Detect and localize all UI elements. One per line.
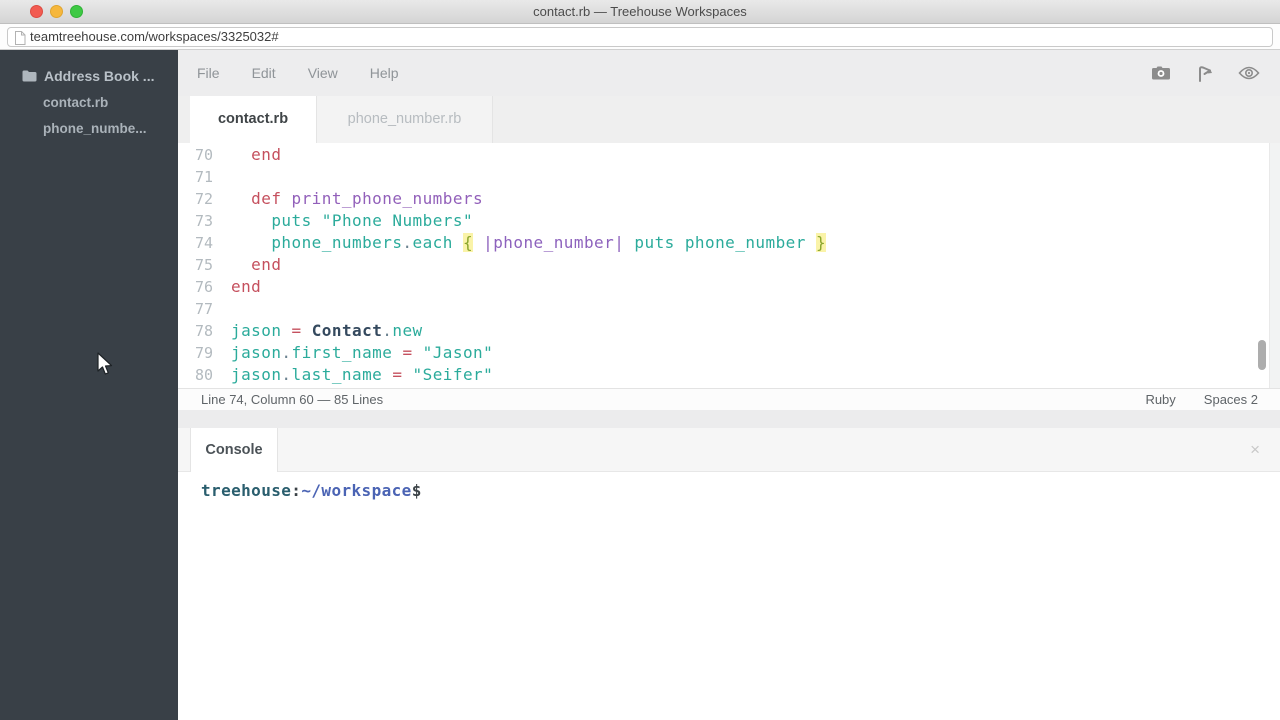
prompt-user: treehouse <box>201 481 291 500</box>
page-icon <box>14 31 26 50</box>
folder-icon <box>22 70 37 82</box>
address-bar[interactable]: teamtreehouse.com/workspaces/3325032# <box>7 27 1273 47</box>
line-number: 80 <box>178 364 213 386</box>
close-icon[interactable]: × <box>1250 428 1260 472</box>
prompt-path: ~/workspace <box>301 481 411 500</box>
line-number: 77 <box>178 298 213 320</box>
line-number: 79 <box>178 342 213 364</box>
indentation-button[interactable]: Spaces 2 <box>1204 389 1258 410</box>
line-number: 78 <box>178 320 213 342</box>
code-line-80: 80jason.last_name = "Seifer" <box>178 364 1280 386</box>
eye-icon[interactable] <box>1238 64 1260 82</box>
menu-edit[interactable]: Edit <box>252 65 276 81</box>
sidebar-project-root[interactable]: Address Book ... <box>22 66 154 86</box>
editor-scrollbar-thumb[interactable] <box>1258 340 1266 370</box>
language-mode-button[interactable]: Ruby <box>1145 389 1175 410</box>
menu-view[interactable]: View <box>308 65 338 81</box>
camera-icon[interactable] <box>1150 64 1172 82</box>
sidebar-item-phone-number-rb[interactable]: phone_numbe... <box>43 119 147 139</box>
prompt-dollar: $ <box>412 481 422 500</box>
console-panel: Console × treehouse:~/workspace$ <box>178 428 1280 720</box>
line-number: 71 <box>178 166 213 188</box>
code-line-76: 76end <box>178 276 1280 298</box>
code-line-78: 78jason = Contact.new <box>178 320 1280 342</box>
workspace-main: File Edit View Help <box>178 50 1280 720</box>
cursor-position-status: Line 74, Column 60 — 85 Lines <box>201 389 383 410</box>
code-line-70: 70 end <box>178 144 1280 166</box>
browser-toolbar: teamtreehouse.com/workspaces/3325032# <box>0 24 1280 50</box>
tab-phone-number-rb[interactable]: phone_number.rb <box>316 96 493 143</box>
window-title: contact.rb — Treehouse Workspaces <box>0 0 1280 24</box>
menu-file[interactable]: File <box>197 65 220 81</box>
line-number: 76 <box>178 276 213 298</box>
code-lines: 70 end7172 def print_phone_numbers73 put… <box>178 144 1280 386</box>
sidebar-item-contact-rb[interactable]: contact.rb <box>43 93 108 113</box>
menu-help[interactable]: Help <box>370 65 399 81</box>
toolbar-icons <box>1150 50 1260 96</box>
file-sidebar: Address Book ... contact.rb phone_numbe.… <box>0 50 178 720</box>
sidebar-project-label: Address Book ... <box>44 68 154 84</box>
line-number: 72 <box>178 188 213 210</box>
editor-tabstrip: contact.rb phone_number.rb <box>178 96 1280 143</box>
code-line-74: 74 phone_numbers.each { |phone_number| p… <box>178 232 1280 254</box>
code-line-71: 71 <box>178 166 1280 188</box>
code-line-72: 72 def print_phone_numbers <box>178 188 1280 210</box>
tab-console[interactable]: Console <box>190 428 278 472</box>
code-editor[interactable]: 70 end7172 def print_phone_numbers73 put… <box>178 143 1280 388</box>
line-number: 74 <box>178 232 213 254</box>
code-line-75: 75 end <box>178 254 1280 276</box>
code-line-77: 77 <box>178 298 1280 320</box>
line-number: 70 <box>178 144 213 166</box>
menu-bar: File Edit View Help <box>178 50 1280 96</box>
prompt-colon: : <box>291 481 301 500</box>
line-number: 73 <box>178 210 213 232</box>
url-text: teamtreehouse.com/workspaces/3325032# <box>30 28 279 46</box>
code-line-79: 79jason.first_name = "Jason" <box>178 342 1280 364</box>
tab-contact-rb[interactable]: contact.rb <box>190 96 316 143</box>
line-number: 75 <box>178 254 213 276</box>
terminal-prompt: treehouse:~/workspace$ <box>201 480 422 502</box>
editor-statusbar: Line 74, Column 60 — 85 Lines Ruby Space… <box>178 388 1280 410</box>
terminal[interactable]: treehouse:~/workspace$ <box>178 472 1280 720</box>
mouse-cursor <box>95 352 115 383</box>
editor-right-margin <box>1269 143 1280 388</box>
code-line-73: 73 puts "Phone Numbers" <box>178 210 1280 232</box>
fork-icon[interactable] <box>1194 64 1216 82</box>
console-header: Console × <box>178 428 1280 472</box>
window-titlebar: contact.rb — Treehouse Workspaces <box>0 0 1280 24</box>
